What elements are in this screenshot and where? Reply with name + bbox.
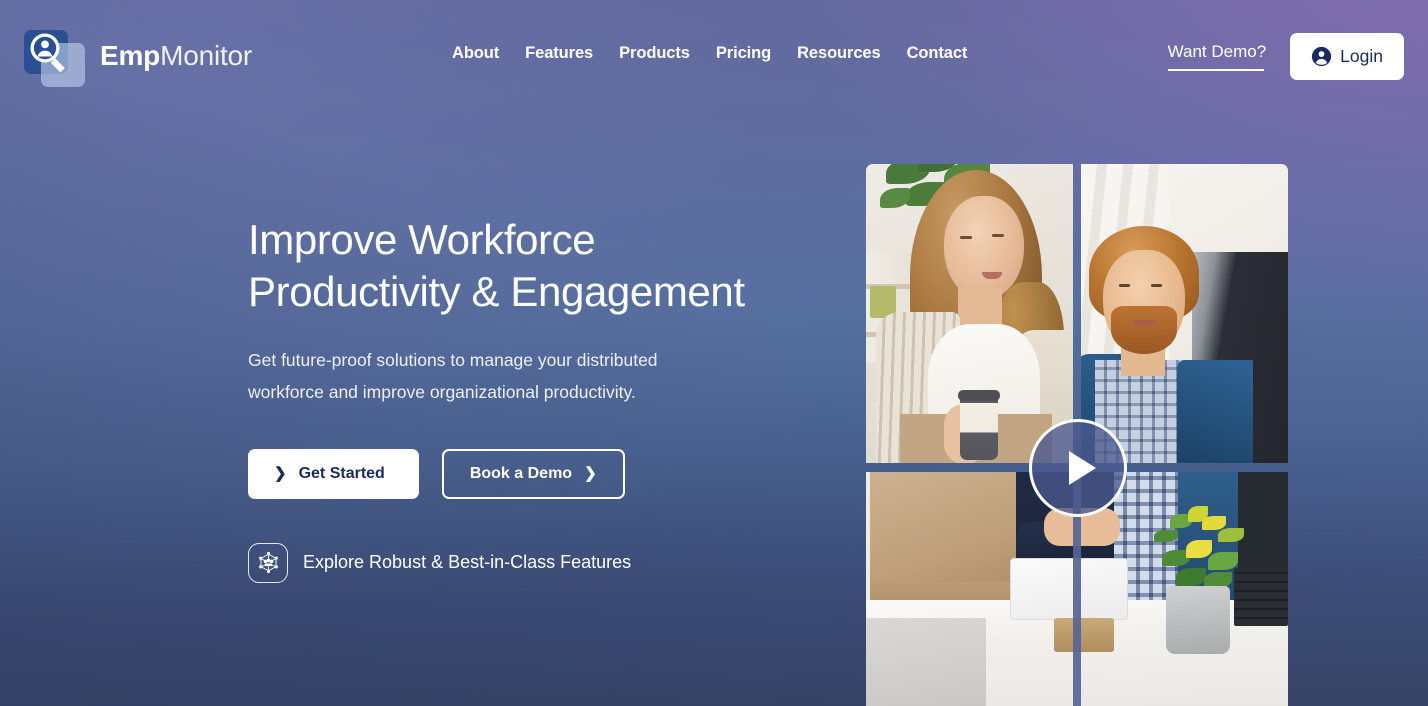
- explore-features-link[interactable]: Explore Robust & Best-in-Class Features: [248, 542, 808, 583]
- user-circle-icon: [1311, 46, 1332, 67]
- nav-item-resources[interactable]: Resources: [797, 44, 881, 63]
- brand-name-light: Monitor: [160, 40, 253, 71]
- hero-content: Improve Workforce Productivity & Engagem…: [248, 214, 808, 583]
- play-video-button[interactable]: [1029, 419, 1127, 517]
- header-actions: Want Demo? Login: [1167, 33, 1404, 80]
- site-header: EmpMonitor About Features Products Prici…: [0, 0, 1428, 113]
- network-hub-icon: [248, 542, 288, 583]
- get-started-label: Get Started: [298, 464, 385, 482]
- want-demo-link[interactable]: Want Demo?: [1167, 42, 1266, 71]
- photo-man-at-monitor[interactable]: [1081, 164, 1288, 463]
- main-navigation: About Features Products Pricing Resource…: [452, 44, 967, 63]
- chevron-right-icon: ❯: [584, 465, 597, 483]
- brand-name-bold: Emp: [100, 40, 161, 71]
- photo-woman-with-coffee[interactable]: [866, 164, 1073, 463]
- nav-item-about[interactable]: About: [452, 44, 499, 63]
- login-button-label: Login: [1340, 46, 1383, 66]
- page-title: Improve Workforce Productivity & Engagem…: [248, 216, 745, 316]
- chevron-right-icon: ❯: [274, 465, 287, 483]
- nav-item-products[interactable]: Products: [619, 44, 690, 63]
- book-a-demo-label: Book a Demo: [469, 464, 573, 482]
- brand-name: EmpMonitor: [100, 42, 252, 72]
- play-icon: [1068, 451, 1096, 485]
- get-started-button[interactable]: ❯ Get Started: [248, 448, 419, 499]
- explore-features-label: Explore Robust & Best-in-Class Features: [303, 552, 632, 573]
- login-button[interactable]: Login: [1290, 33, 1404, 80]
- hero-subheading: Get future-proof solutions to manage you…: [248, 350, 658, 402]
- nav-item-pricing[interactable]: Pricing: [716, 44, 771, 63]
- hero-page: EmpMonitor About Features Products Prici…: [0, 0, 1428, 706]
- hero-cta-row: ❯ Get Started Book a Demo ❯: [248, 448, 808, 499]
- book-a-demo-button[interactable]: Book a Demo ❯: [441, 448, 625, 499]
- nav-item-features[interactable]: Features: [525, 44, 593, 63]
- brand-logo[interactable]: EmpMonitor: [24, 26, 252, 88]
- magnifier-person-icon: [24, 26, 87, 88]
- nav-item-contact[interactable]: Contact: [907, 44, 968, 63]
